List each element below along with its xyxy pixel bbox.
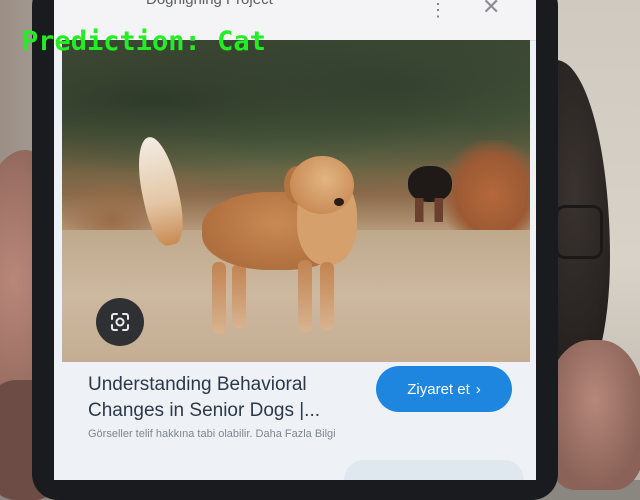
- dog-photo[interactable]: [62, 40, 530, 362]
- google-lens-button[interactable]: [96, 298, 144, 346]
- dog-nose: [334, 198, 344, 206]
- visit-button-label: Ziyaret et: [407, 380, 470, 398]
- dog-leg: [320, 262, 334, 330]
- google-lens-icon: [111, 313, 129, 331]
- background-dog: [408, 166, 452, 202]
- dog-leg: [232, 264, 246, 328]
- topbar-title: Doghighing Project: [146, 0, 273, 8]
- phone-screen: Doghighing Project ⋮ ✕ Understanding Beh…: [54, 0, 536, 480]
- dog-leg: [298, 260, 312, 332]
- dog-head: [290, 156, 354, 214]
- prediction-label: Prediction: Cat: [22, 26, 266, 57]
- kebab-menu-icon[interactable]: ⋮: [429, 0, 447, 21]
- copyright-footnote[interactable]: Görseller telif hakkına tabi olabilir. D…: [88, 428, 508, 440]
- visit-button[interactable]: Ziyaret et ›: [376, 366, 512, 412]
- person-glasses: [555, 205, 603, 259]
- chevron-right-icon: ›: [475, 380, 481, 398]
- dog-leg: [212, 262, 226, 334]
- person-face: [545, 340, 640, 490]
- bottom-chip[interactable]: [344, 460, 524, 480]
- close-icon[interactable]: ✕: [482, 0, 500, 20]
- background-dog-legs: [415, 198, 443, 222]
- result-title[interactable]: Understanding Behavioral Changes in Seni…: [88, 372, 348, 424]
